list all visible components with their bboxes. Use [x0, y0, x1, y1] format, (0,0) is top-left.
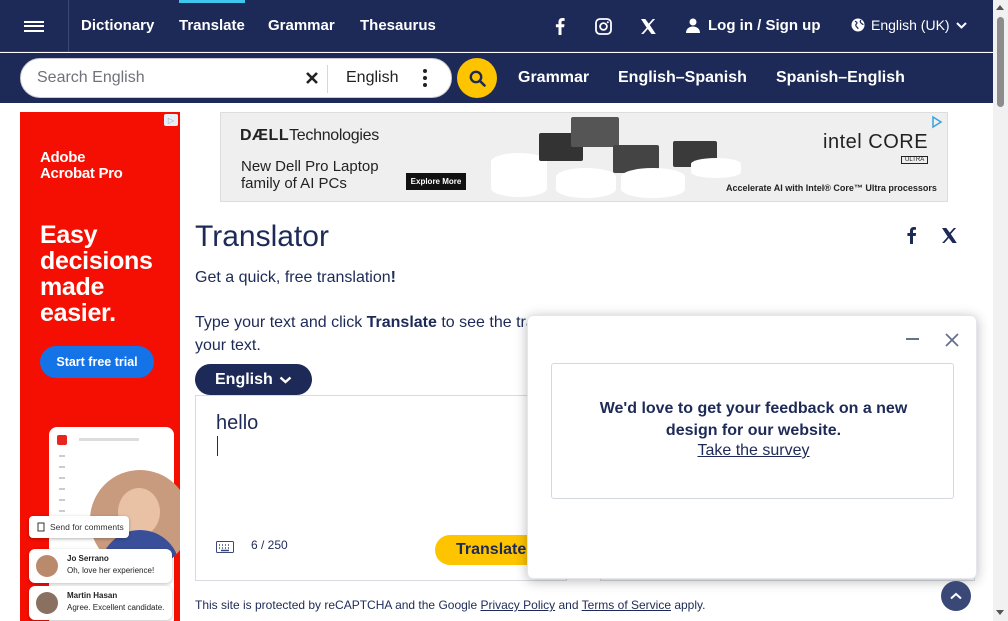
menu-icon[interactable] — [0, 0, 69, 52]
facebook-icon[interactable] — [548, 14, 572, 38]
intro-text: Get a quick, free translation! — [195, 269, 396, 286]
dell-banner-ad[interactable]: DÆLLTechnologies New Dell Pro Laptop fam… — [220, 112, 948, 202]
chevron-up-icon — [950, 592, 962, 600]
share-x-icon[interactable] — [940, 226, 958, 244]
recaptcha-notice: This site is protected by reCAPTCHA and … — [195, 598, 706, 612]
back-to-top-button[interactable] — [941, 581, 971, 611]
ad-start-trial-button[interactable]: Start free trial — [40, 346, 154, 378]
source-text-value: hello — [216, 412, 259, 434]
ad-headline: Easy decisions made easier. — [40, 221, 153, 327]
ad-choices-icon[interactable]: ▷ — [164, 114, 178, 126]
send-for-comments-label: Send for comments — [50, 522, 124, 532]
feedback-card: We'd love to get your feedback on a new … — [551, 363, 954, 499]
ad-copy: New Dell Pro Laptop family of AI PCs — [241, 158, 379, 192]
user-icon — [686, 18, 700, 33]
pdf-icon — [57, 435, 67, 445]
document-icon — [37, 522, 45, 532]
feedback-message: We'd love to get your feedback on a new … — [599, 400, 908, 439]
top-navigation: Dictionary Translate Grammar Thesaurus L… — [0, 0, 993, 52]
ad-brand: Adobe Acrobat Pro — [40, 149, 123, 182]
nav-thesaurus[interactable]: Thesaurus — [360, 17, 436, 34]
comment-text: Agree. Excellent candidate. — [67, 603, 165, 612]
more-options-icon[interactable] — [421, 68, 429, 88]
search-box: English — [20, 58, 452, 98]
instagram-icon[interactable] — [591, 14, 615, 38]
comment-author: Martin Hasan — [67, 591, 118, 600]
globe-icon — [851, 18, 865, 32]
search-language-select[interactable]: English — [346, 69, 398, 87]
source-language-label: English — [215, 370, 273, 388]
adobe-side-ad[interactable]: ▷ Adobe Acrobat Pro Easy decisions made … — [20, 112, 180, 621]
close-icon[interactable] — [944, 332, 960, 348]
chevron-down-icon — [279, 376, 292, 384]
text-caret — [217, 436, 218, 456]
privacy-policy-link[interactable]: Privacy Policy — [480, 598, 555, 612]
language-label: English (UK) — [871, 17, 950, 33]
nav-translate[interactable]: Translate — [179, 0, 245, 34]
search-link-grammar[interactable]: Grammar — [518, 69, 589, 87]
intel-logo: intel CORE — [823, 131, 929, 153]
ad-explore-button[interactable]: Explore More — [406, 173, 466, 190]
search-icon — [469, 70, 486, 87]
minimize-icon[interactable] — [906, 338, 919, 340]
chevron-down-icon — [955, 21, 967, 29]
take-survey-link[interactable]: Take the survey — [552, 442, 955, 460]
x-twitter-icon[interactable] — [636, 14, 660, 38]
comment-author: Jo Serrano — [67, 554, 109, 563]
login-label: Log in / Sign up — [708, 17, 821, 34]
avatar — [36, 555, 58, 577]
divider — [327, 65, 328, 93]
source-language-select[interactable]: English — [195, 364, 312, 395]
page-scrollbar[interactable] — [993, 0, 1008, 621]
scroll-down-arrow[interactable] — [996, 610, 1004, 615]
nav-dictionary[interactable]: Dictionary — [81, 17, 154, 34]
dell-logo: DÆLLTechnologies — [240, 127, 379, 144]
clear-icon[interactable] — [303, 69, 321, 87]
feedback-popup: We'd love to get your feedback on a new … — [527, 315, 977, 579]
search-button[interactable] — [457, 58, 497, 98]
terms-of-service-link[interactable]: Terms of Service — [582, 598, 671, 612]
search-input[interactable] — [37, 69, 297, 87]
character-count: 6 / 250 — [251, 538, 288, 552]
send-for-comments-button: Send for comments — [29, 516, 129, 538]
scroll-up-arrow[interactable] — [996, 5, 1004, 10]
avatar — [36, 592, 58, 614]
search-link-english-spanish[interactable]: English–Spanish — [618, 69, 747, 87]
nav-grammar[interactable]: Grammar — [268, 17, 335, 34]
comment-text: Oh, love her experience! — [67, 566, 155, 575]
page-title: Translator — [195, 220, 329, 253]
intel-ultra-badge: ULTRA — [901, 156, 929, 164]
search-bar: English Grammar English–Spanish Spanish–… — [0, 53, 993, 103]
ad-comment-card: Jo Serrano Oh, love her experience! — [29, 549, 172, 583]
keyboard-icon[interactable] — [216, 541, 234, 553]
ad-tagline: Accelerate AI with Intel® Core™ Ultra pr… — [726, 183, 937, 193]
share-facebook-icon[interactable] — [903, 226, 921, 244]
ad-choices-icon[interactable] — [929, 115, 945, 129]
login-link[interactable]: Log in / Sign up — [686, 17, 820, 34]
scroll-thumb[interactable] — [997, 17, 1004, 107]
ad-comment-card: Martin Hasan Agree. Excellent candidate. — [29, 586, 172, 620]
language-selector[interactable]: English (UK) — [851, 17, 967, 33]
search-link-spanish-english[interactable]: Spanish–English — [776, 69, 905, 87]
